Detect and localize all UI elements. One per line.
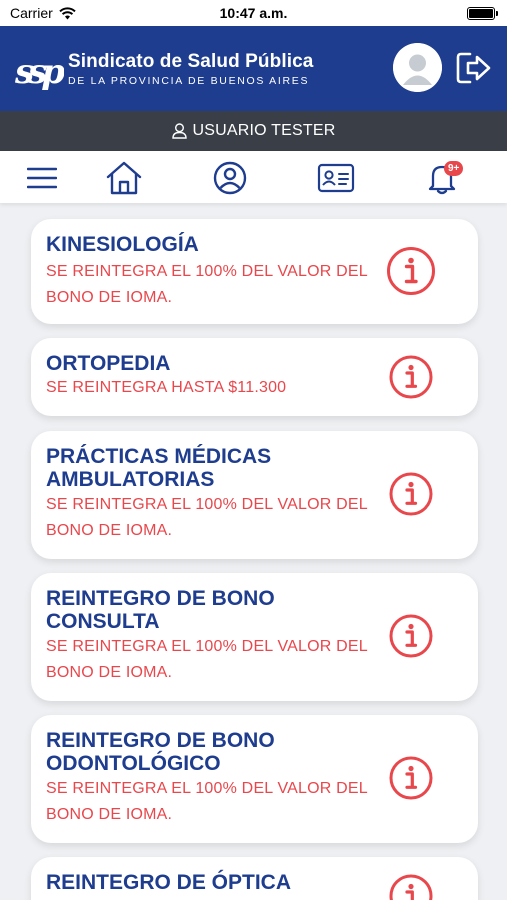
id-card-button[interactable] <box>316 159 356 197</box>
home-button[interactable] <box>104 159 144 197</box>
username-label: USUARIO TESTER <box>192 122 336 139</box>
menu-icon <box>27 167 57 189</box>
menu-button[interactable] <box>22 159 62 197</box>
benefit-title: PRÁCTICAS MÉDICAS AMBULATORIAS <box>46 445 272 491</box>
status-bar: Carrier 10:47 a.m. <box>0 0 507 26</box>
benefit-title: KINESIOLOGÍA <box>46 233 199 256</box>
id-card-icon <box>317 163 355 193</box>
benefit-description: SE REINTEGRA EL 100% DEL VALOR DEL BONO … <box>46 263 368 306</box>
benefit-description: SE REINTEGRA EL 100% DEL VALOR DEL BONO … <box>46 780 368 823</box>
benefit-list: KINESIOLOGÍA SE REINTEGRA EL 100% DEL VA… <box>0 203 507 900</box>
benefit-card[interactable]: REINTEGRO DE BONO CONSULTA SE REINTEGRA … <box>31 573 478 701</box>
user-bar: USUARIO TESTER <box>0 111 507 151</box>
profile-button[interactable] <box>210 159 250 197</box>
brand-subtitle: DE LA PROVINCIA DE BUENOS AIRES <box>68 74 310 87</box>
brand: Sindicato de Salud Pública DE LA PROVINC… <box>68 51 313 87</box>
info-icon[interactable] <box>386 246 436 296</box>
logout-icon[interactable] <box>455 50 493 86</box>
app-header: ssp Sindicato de Salud Pública DE LA PRO… <box>0 26 507 111</box>
info-icon[interactable] <box>386 753 436 803</box>
avatar-icon <box>393 43 442 92</box>
info-icon[interactable] <box>386 469 436 519</box>
profile-icon <box>213 161 247 195</box>
benefit-card[interactable]: ORTOPEDIA SE REINTEGRA HASTA $11.300 <box>31 338 478 416</box>
ssp-logo: ssp <box>14 52 64 92</box>
benefit-card[interactable]: KINESIOLOGÍA SE REINTEGRA EL 100% DEL VA… <box>31 219 478 324</box>
wifi-icon <box>59 6 76 19</box>
brand-name: Sindicato de Salud Pública <box>68 50 314 72</box>
status-left: Carrier <box>10 5 76 21</box>
benefit-card[interactable]: REINTEGRO DE BONO ODONTOLÓGICO SE REINTE… <box>31 715 478 843</box>
carrier-label: Carrier <box>10 5 53 21</box>
benefit-description: SE REINTEGRA EL 100% DEL VALOR DEL BONO … <box>46 496 368 539</box>
avatar-button[interactable] <box>393 43 442 92</box>
battery-icon <box>467 6 498 20</box>
benefit-card[interactable]: REINTEGRO DE ÓPTICA <box>31 857 478 900</box>
benefit-title: REINTEGRO DE ÓPTICA <box>46 871 292 894</box>
user-icon <box>171 123 187 139</box>
benefit-description: SE REINTEGRA EL 100% DEL VALOR DEL BONO … <box>46 638 368 681</box>
info-icon[interactable] <box>386 871 436 900</box>
status-time: 10:47 a.m. <box>219 5 288 21</box>
nav-bar: 9+ <box>0 151 507 203</box>
benefit-title: REINTEGRO DE BONO CONSULTA <box>46 587 275 633</box>
notifications-button[interactable]: 9+ <box>422 159 464 197</box>
info-icon[interactable] <box>386 611 436 661</box>
benefit-card[interactable]: PRÁCTICAS MÉDICAS AMBULATORIAS SE REINTE… <box>31 431 478 559</box>
home-icon <box>106 161 142 195</box>
info-icon[interactable] <box>386 352 436 402</box>
svg-text:ssp: ssp <box>14 52 64 92</box>
notifications-badge: 9+ <box>444 161 464 176</box>
benefit-description: SE REINTEGRA HASTA $11.300 <box>46 379 287 396</box>
benefit-title: REINTEGRO DE BONO ODONTOLÓGICO <box>46 729 275 775</box>
benefit-title: ORTOPEDIA <box>46 352 171 375</box>
